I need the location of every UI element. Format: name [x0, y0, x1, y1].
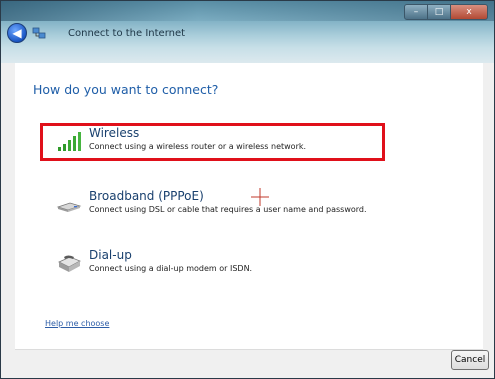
page-heading: How do you want to connect?	[33, 82, 219, 97]
minimize-button[interactable]: –	[404, 4, 428, 20]
connect-to-internet-window: – □ x ◀ Connect to the Internet How do y…	[0, 0, 495, 379]
close-button[interactable]: x	[450, 4, 488, 20]
option-title: Broadband (PPPoE)	[89, 189, 204, 203]
selection-highlight	[40, 123, 385, 161]
maximize-button[interactable]: □	[427, 4, 451, 20]
option-broadband[interactable]: Broadband (PPPoE) Connect using DSL or c…	[45, 186, 380, 224]
option-dialup[interactable]: Dial-up Connect using a dial-up modem or…	[45, 245, 380, 283]
broadband-modem-icon	[56, 202, 82, 212]
option-title: Dial-up	[89, 248, 132, 262]
window-title: Connect to the Internet	[68, 28, 186, 39]
dialup-phone-icon	[58, 255, 81, 272]
help-me-choose-link[interactable]: Help me choose	[45, 319, 109, 328]
crosshair-cursor-icon	[251, 188, 269, 206]
window-controls: – □ x	[404, 4, 488, 20]
network-icon	[32, 27, 46, 39]
footer-bar	[15, 349, 483, 375]
cancel-button[interactable]: Cancel	[451, 350, 489, 370]
option-description: Connect using DSL or cable that requires…	[89, 205, 367, 214]
back-arrow-icon[interactable]: ◀	[7, 23, 27, 43]
option-description: Connect using a dial-up modem or ISDN.	[89, 264, 253, 273]
